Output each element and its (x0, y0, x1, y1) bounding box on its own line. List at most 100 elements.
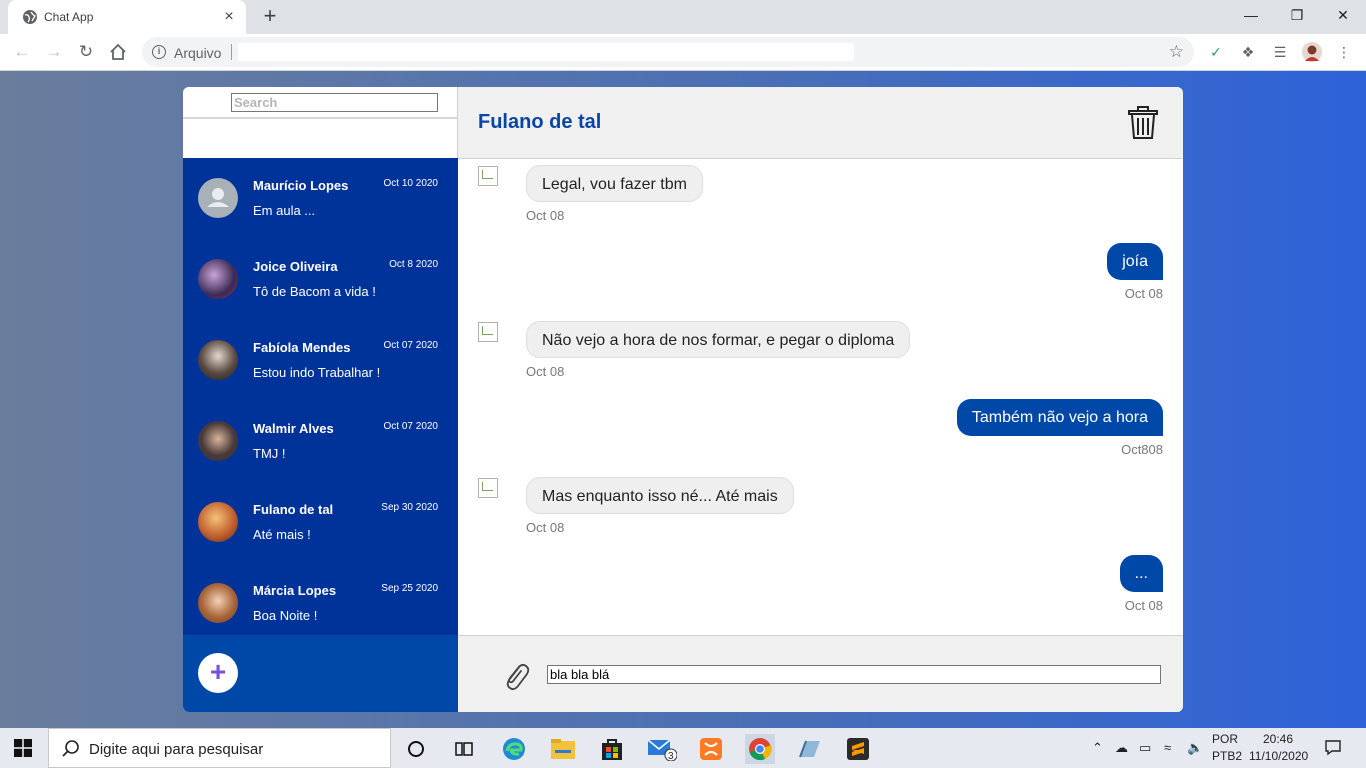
contacts-footer: + (183, 635, 458, 712)
battery-icon[interactable]: ▭ (1139, 740, 1151, 756)
incoming-message: Mas enquanto isso né... Até mais (526, 477, 794, 514)
chat-header: Fulano de tal (458, 87, 1183, 159)
avatar (198, 340, 238, 380)
reload-icon[interactable]: ↻ (74, 40, 98, 64)
contact-last-message: Estou indo Trabalhar ! (253, 365, 381, 380)
menu-dots-icon[interactable]: ⋮ (1334, 42, 1354, 62)
tray-chevron-icon[interactable]: ⌃ (1092, 740, 1103, 756)
windows-taskbar: Digite aqui para pesquisar 3 ⌃ ☁ ▭ ≈ 🔈 P… (0, 728, 1366, 768)
message-time: Oct 08 (526, 364, 565, 379)
wifi-icon[interactable]: ≈ (1164, 740, 1171, 755)
message-time: Oct808 (1121, 442, 1163, 457)
tab-title: Chat App (44, 10, 94, 24)
profile-avatar[interactable] (1302, 42, 1322, 62)
browser-tab-bar: Chat App × + — ❐ ✕ (0, 0, 1366, 34)
contact-item[interactable]: Fulano de tal Sep 30 2020 Até mais ! (183, 482, 458, 563)
input-language[interactable]: POR PTB2 (1212, 731, 1242, 765)
contact-date: Sep 25 2020 (381, 583, 438, 594)
puzzle-icon[interactable]: ❖ (1238, 42, 1258, 62)
restore-button[interactable]: ❐ (1274, 0, 1320, 30)
avatar (198, 178, 238, 218)
address-url-redacted[interactable] (238, 43, 854, 61)
search-area (183, 87, 458, 158)
system-clock[interactable]: 20:46 11/10/2020 (1249, 731, 1308, 765)
contact-item[interactable]: Joice Oliveira Oct 8 2020 Tô de Bacom a … (183, 239, 458, 320)
incoming-message: Não vejo a hora de nos formar, e pegar o… (526, 321, 911, 358)
search-icon (62, 740, 79, 757)
media-icon[interactable]: ☰ (1270, 42, 1290, 62)
minimize-button[interactable]: — (1228, 0, 1274, 30)
message-time: Oct 08 (526, 208, 565, 223)
contact-name: Walmir Alves (253, 421, 334, 436)
browser-tab[interactable]: Chat App × (8, 0, 246, 34)
cortana-icon[interactable] (401, 734, 431, 764)
paperclip-icon[interactable] (500, 658, 530, 692)
contact-last-message: Em aula ... (253, 203, 316, 218)
add-contact-button[interactable]: + (198, 653, 238, 693)
page-background: Maurício Lopes Oct 10 2020 Em aula ... J… (0, 71, 1366, 728)
onedrive-icon[interactable]: ☁ (1115, 740, 1128, 756)
outgoing-message: ... (1119, 555, 1163, 592)
browser-toolbar: ← → ↻ i Arquivo ☆ ✓ ❖ ☰ ⋮ (0, 34, 1366, 71)
contacts-panel: Maurício Lopes Oct 10 2020 Em aula ... J… (183, 87, 458, 712)
volume-icon[interactable]: 🔈 (1187, 740, 1203, 756)
contact-name: Fulano de tal (253, 502, 334, 517)
contact-name: Maurício Lopes (253, 178, 349, 193)
store-icon[interactable] (597, 734, 627, 764)
taskbar-search-placeholder: Digite aqui para pesquisar (89, 741, 264, 758)
contact-date: Oct 07 2020 (383, 340, 438, 351)
trash-icon[interactable] (1127, 106, 1159, 140)
forward-arrow-icon[interactable]: → (42, 40, 66, 64)
contact-date: Sep 30 2020 (381, 502, 438, 513)
message-time: Oct 08 (526, 520, 565, 535)
contact-item[interactable]: Márcia Lopes Sep 25 2020 Boa Noite ! (183, 563, 458, 635)
notepad-icon[interactable] (794, 734, 824, 764)
close-window-button[interactable]: ✕ (1320, 0, 1366, 30)
contact-last-message: Boa Noite ! (253, 608, 318, 623)
extension-icon[interactable]: ✓ (1206, 42, 1226, 62)
address-bar[interactable]: i Arquivo ☆ (142, 37, 1194, 67)
search-input[interactable] (231, 93, 438, 112)
sublime-text-icon[interactable] (843, 734, 873, 764)
avatar (198, 421, 238, 461)
windows-start-icon[interactable] (14, 739, 32, 757)
xampp-icon[interactable] (696, 734, 726, 764)
notifications-icon[interactable] (1324, 738, 1342, 759)
contact-last-message: Até mais ! (253, 527, 311, 542)
contact-date: Oct 10 2020 (383, 178, 438, 189)
language-code: POR (1212, 732, 1239, 746)
message-time: Oct 08 (1124, 286, 1163, 301)
home-icon[interactable] (106, 40, 130, 64)
message-time: Oct 08 (1124, 598, 1163, 613)
contact-item[interactable]: Fabíola Mendes Oct 07 2020 Estou indo Tr… (183, 320, 458, 401)
task-view-icon[interactable] (449, 734, 479, 764)
contact-date: Oct 8 2020 (389, 259, 438, 270)
outgoing-message: joía (1107, 243, 1163, 280)
back-arrow-icon[interactable]: ← (10, 40, 34, 64)
file-explorer-icon[interactable] (548, 734, 578, 764)
chrome-icon[interactable] (745, 734, 775, 764)
search-divider (183, 117, 458, 119)
info-icon[interactable]: i (152, 45, 166, 59)
contact-item[interactable]: Walmir Alves Oct 07 2020 TMJ ! (183, 401, 458, 482)
contact-list: Maurício Lopes Oct 10 2020 Em aula ... J… (183, 158, 458, 635)
edge-icon[interactable] (499, 734, 529, 764)
avatar (198, 502, 238, 542)
contact-date: Oct 07 2020 (383, 421, 438, 432)
contact-name: Fabíola Mendes (253, 340, 351, 355)
contact-item[interactable]: Maurício Lopes Oct 10 2020 Em aula ... (183, 158, 458, 239)
outgoing-message: Também não vejo a hora (956, 399, 1163, 436)
broken-image-icon (478, 478, 498, 498)
message-input[interactable] (547, 665, 1161, 684)
contact-name: Márcia Lopes (253, 583, 337, 598)
tab-close-icon[interactable]: × (220, 8, 238, 26)
mail-badge: 3 (668, 751, 674, 762)
avatar (198, 259, 238, 299)
contact-last-message: TMJ ! (253, 446, 286, 461)
taskbar-search[interactable]: Digite aqui para pesquisar (48, 728, 391, 768)
bookmark-star-icon[interactable]: ☆ (1169, 42, 1184, 62)
avatar (198, 583, 238, 623)
clock-time: 20:46 (1262, 732, 1294, 746)
mail-icon[interactable]: 3 (647, 734, 678, 764)
new-tab-button[interactable]: + (260, 5, 280, 27)
